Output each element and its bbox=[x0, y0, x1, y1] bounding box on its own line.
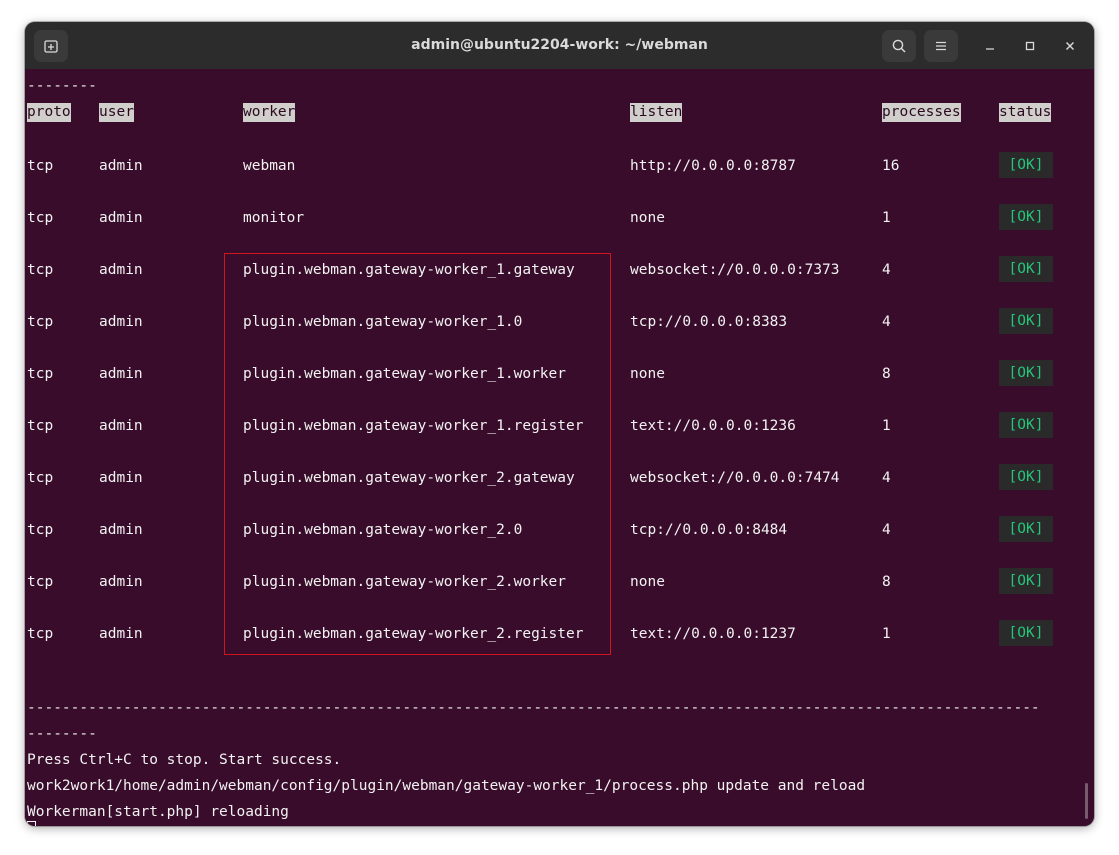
header-user: user bbox=[99, 103, 134, 122]
cell-processes: 8 bbox=[882, 366, 891, 382]
status-badge: [OK] bbox=[999, 620, 1053, 646]
cell-listen: none bbox=[630, 574, 665, 590]
cell-proto: tcp bbox=[27, 366, 54, 382]
cell-listen: none bbox=[630, 210, 665, 226]
cell-user: admin bbox=[99, 522, 143, 538]
search-button[interactable] bbox=[882, 30, 916, 62]
cell-user: admin bbox=[99, 366, 143, 382]
cell-worker: webman bbox=[243, 158, 296, 174]
cell-user: admin bbox=[99, 210, 143, 226]
status-badge: [OK] bbox=[999, 152, 1053, 178]
cell-proto: tcp bbox=[27, 418, 54, 434]
status-badge: [OK] bbox=[999, 256, 1053, 282]
cell-listen: websocket://0.0.0.0:7474 bbox=[630, 470, 840, 486]
header-worker: worker bbox=[243, 103, 296, 122]
status-badge: [OK] bbox=[999, 204, 1053, 230]
cell-user: admin bbox=[99, 626, 143, 642]
terminal-output[interactable]: -------- proto user worker listen proces… bbox=[25, 69, 1094, 826]
cell-user: admin bbox=[99, 418, 143, 434]
cell-listen: none bbox=[630, 366, 665, 382]
cell-proto: tcp bbox=[27, 626, 54, 642]
cell-processes: 1 bbox=[882, 210, 891, 226]
cell-user: admin bbox=[99, 158, 143, 174]
highlight-box bbox=[224, 253, 611, 655]
minimize-button[interactable] bbox=[978, 34, 1002, 58]
cell-listen: websocket://0.0.0.0:7373 bbox=[630, 262, 840, 278]
cell-listen: text://0.0.0.0:1236 bbox=[630, 418, 796, 434]
output-line: work2work1/home/admin/webman/config/plug… bbox=[27, 778, 866, 794]
separator-short: -------- bbox=[27, 726, 97, 742]
header-proto: proto bbox=[27, 103, 71, 122]
cell-processes: 8 bbox=[882, 574, 891, 590]
status-badge: [OK] bbox=[999, 464, 1053, 490]
status-badge: [OK] bbox=[999, 568, 1053, 594]
cell-processes: 16 bbox=[882, 158, 900, 174]
header-listen: listen bbox=[630, 103, 683, 122]
cell-proto: tcp bbox=[27, 314, 54, 330]
cell-processes: 4 bbox=[882, 522, 891, 538]
table-row: tcp admin monitor none 1 [OK] bbox=[25, 204, 1094, 231]
separator-long: ----------------------------------------… bbox=[27, 700, 1040, 716]
cell-proto: tcp bbox=[27, 470, 54, 486]
cell-proto: tcp bbox=[27, 210, 54, 226]
cell-processes: 1 bbox=[882, 418, 891, 434]
cell-listen: tcp://0.0.0.0:8484 bbox=[630, 522, 788, 538]
header-status: status bbox=[999, 103, 1052, 122]
cell-proto: tcp bbox=[27, 158, 54, 174]
titlebar: admin@ubuntu2204-work: ~/webman bbox=[25, 22, 1094, 69]
minimize-icon bbox=[986, 48, 994, 50]
cell-processes: 1 bbox=[882, 626, 891, 642]
top-dashes: -------- bbox=[27, 78, 97, 94]
cell-listen: tcp://0.0.0.0:8383 bbox=[630, 314, 788, 330]
cell-proto: tcp bbox=[27, 262, 54, 278]
cell-worker: monitor bbox=[243, 210, 305, 226]
cell-user: admin bbox=[99, 470, 143, 486]
cell-user: admin bbox=[99, 262, 143, 278]
menu-button[interactable] bbox=[924, 30, 958, 62]
scrollbar[interactable] bbox=[1085, 783, 1088, 819]
cell-proto: tcp bbox=[27, 574, 54, 590]
cell-listen: text://0.0.0.0:1237 bbox=[630, 626, 796, 642]
header-processes: processes bbox=[882, 103, 961, 122]
table-row: tcp admin webman http://0.0.0.0:8787 16 [OK] bbox=[25, 152, 1094, 179]
text-cursor bbox=[27, 821, 36, 826]
status-badge: [OK] bbox=[999, 516, 1053, 542]
cell-processes: 4 bbox=[882, 262, 891, 278]
cell-processes: 4 bbox=[882, 470, 891, 486]
cell-proto: tcp bbox=[27, 522, 54, 538]
close-icon bbox=[1066, 42, 1074, 50]
output-line: Press Ctrl+C to stop. Start success. bbox=[27, 752, 342, 768]
close-button[interactable] bbox=[1058, 34, 1082, 58]
status-badge: [OK] bbox=[999, 412, 1053, 438]
cell-processes: 4 bbox=[882, 314, 891, 330]
hamburger-menu-icon bbox=[936, 41, 946, 51]
cell-listen: http://0.0.0.0:8787 bbox=[630, 158, 796, 174]
status-badge: [OK] bbox=[999, 360, 1053, 386]
search-icon bbox=[892, 39, 906, 53]
status-badge: [OK] bbox=[999, 308, 1053, 334]
cell-user: admin bbox=[99, 314, 143, 330]
output-line: Workerman[start.php] reloading bbox=[27, 804, 289, 820]
maximize-icon bbox=[1025, 41, 1035, 51]
cell-user: admin bbox=[99, 574, 143, 590]
maximize-button[interactable] bbox=[1018, 34, 1042, 58]
terminal-window: admin@ubuntu2204-work: ~/webman --------… bbox=[25, 22, 1094, 826]
